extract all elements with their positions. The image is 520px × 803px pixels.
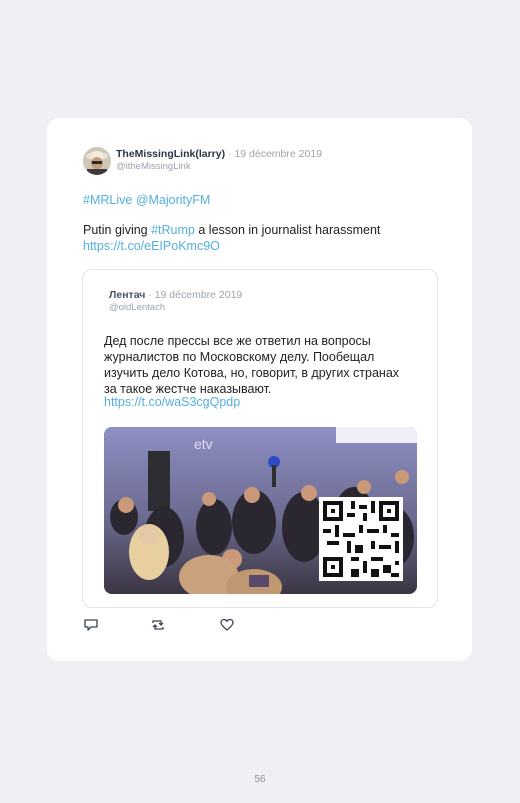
qr-code — [319, 497, 403, 581]
tweet-date[interactable]: · 19 décembre 2019 — [225, 148, 322, 160]
quoted-tweet[interactable]: Лентач · 19 décembre 2019 @oldLentach Де… — [82, 269, 438, 608]
tweet-text: Putin giving #tRump a lesson in journali… — [83, 222, 443, 254]
photo-sign: etv — [194, 436, 213, 452]
tweet-link[interactable]: https://t.co/eEIPoKmc9O — [83, 239, 220, 253]
page-number: 56 — [254, 774, 266, 785]
author-line: TheMissingLink(larry) · 19 décembre 2019 — [116, 148, 322, 160]
hashtag-mrlive[interactable]: #MRLive — [83, 193, 132, 207]
hashtag-trump[interactable]: #tRump — [151, 223, 195, 237]
quoted-author-name[interactable]: Лентач — [109, 289, 145, 301]
reply-icon[interactable] — [83, 617, 99, 633]
author-handle[interactable]: @itheMissingLink — [116, 161, 191, 172]
quoted-handle[interactable]: @oldLentach — [109, 302, 165, 313]
tweet-text-end: a lesson in journalist harassment — [194, 223, 381, 237]
author-name[interactable]: TheMissingLink(larry) — [116, 148, 225, 160]
quoted-photo[interactable]: etv — [104, 427, 417, 594]
tweet-text-start: Putin giving — [83, 223, 152, 237]
quoted-text: Дед после прессы все же ответил на вопро… — [104, 334, 400, 396]
tweet-tags: #MRLive @MajorityFM — [83, 193, 210, 207]
quoted-link[interactable]: https://t.co/waS3cgQpdp — [104, 395, 240, 409]
retweet-icon[interactable] — [150, 617, 166, 633]
author-avatar[interactable] — [83, 147, 111, 175]
quoted-author-line: Лентач · 19 décembre 2019 — [109, 289, 242, 301]
heart-icon[interactable] — [219, 617, 235, 633]
quoted-date[interactable]: · 19 décembre 2019 — [145, 289, 242, 301]
tweet-card: TheMissingLink(larry) · 19 décembre 2019… — [47, 118, 472, 661]
mention-majorityfm[interactable]: @MajorityFM — [136, 193, 211, 207]
